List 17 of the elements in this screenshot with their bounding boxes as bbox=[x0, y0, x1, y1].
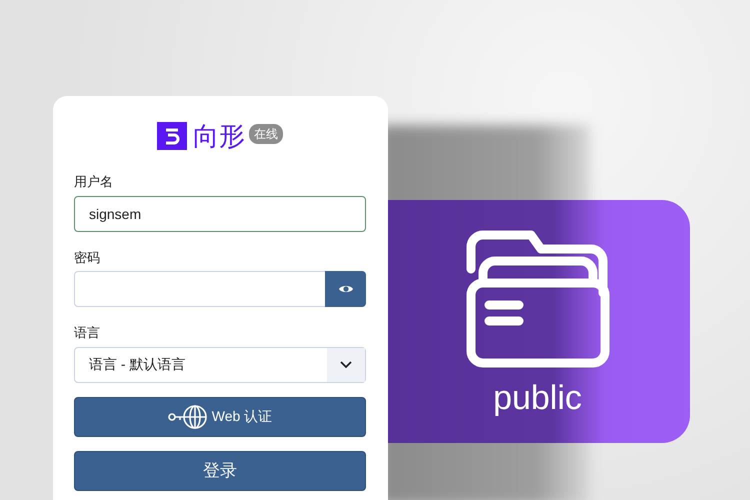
show-password-button[interactable] bbox=[325, 271, 366, 307]
folder-tile[interactable]: public bbox=[385, 200, 690, 443]
chevron-down-icon bbox=[340, 360, 352, 368]
logo-icon bbox=[157, 122, 187, 150]
status-badge: 在线 bbox=[249, 124, 283, 144]
field-label: 密码 bbox=[74, 248, 100, 266]
username-field[interactable]: signsem bbox=[74, 196, 366, 232]
eye-icon bbox=[338, 283, 354, 295]
folder-name: public bbox=[493, 380, 582, 414]
field-label: 用户名 bbox=[74, 173, 113, 191]
brand-name: 向形 bbox=[193, 123, 245, 149]
field-label: 语言 bbox=[74, 324, 100, 342]
key-globe-icon bbox=[168, 404, 208, 430]
password-field[interactable] bbox=[74, 271, 326, 307]
web-auth-button[interactable]: Web 认证 bbox=[74, 396, 366, 436]
language-select[interactable]: 语言 - 默认语言 bbox=[74, 346, 366, 382]
login-button[interactable]: 登录 bbox=[74, 450, 366, 490]
